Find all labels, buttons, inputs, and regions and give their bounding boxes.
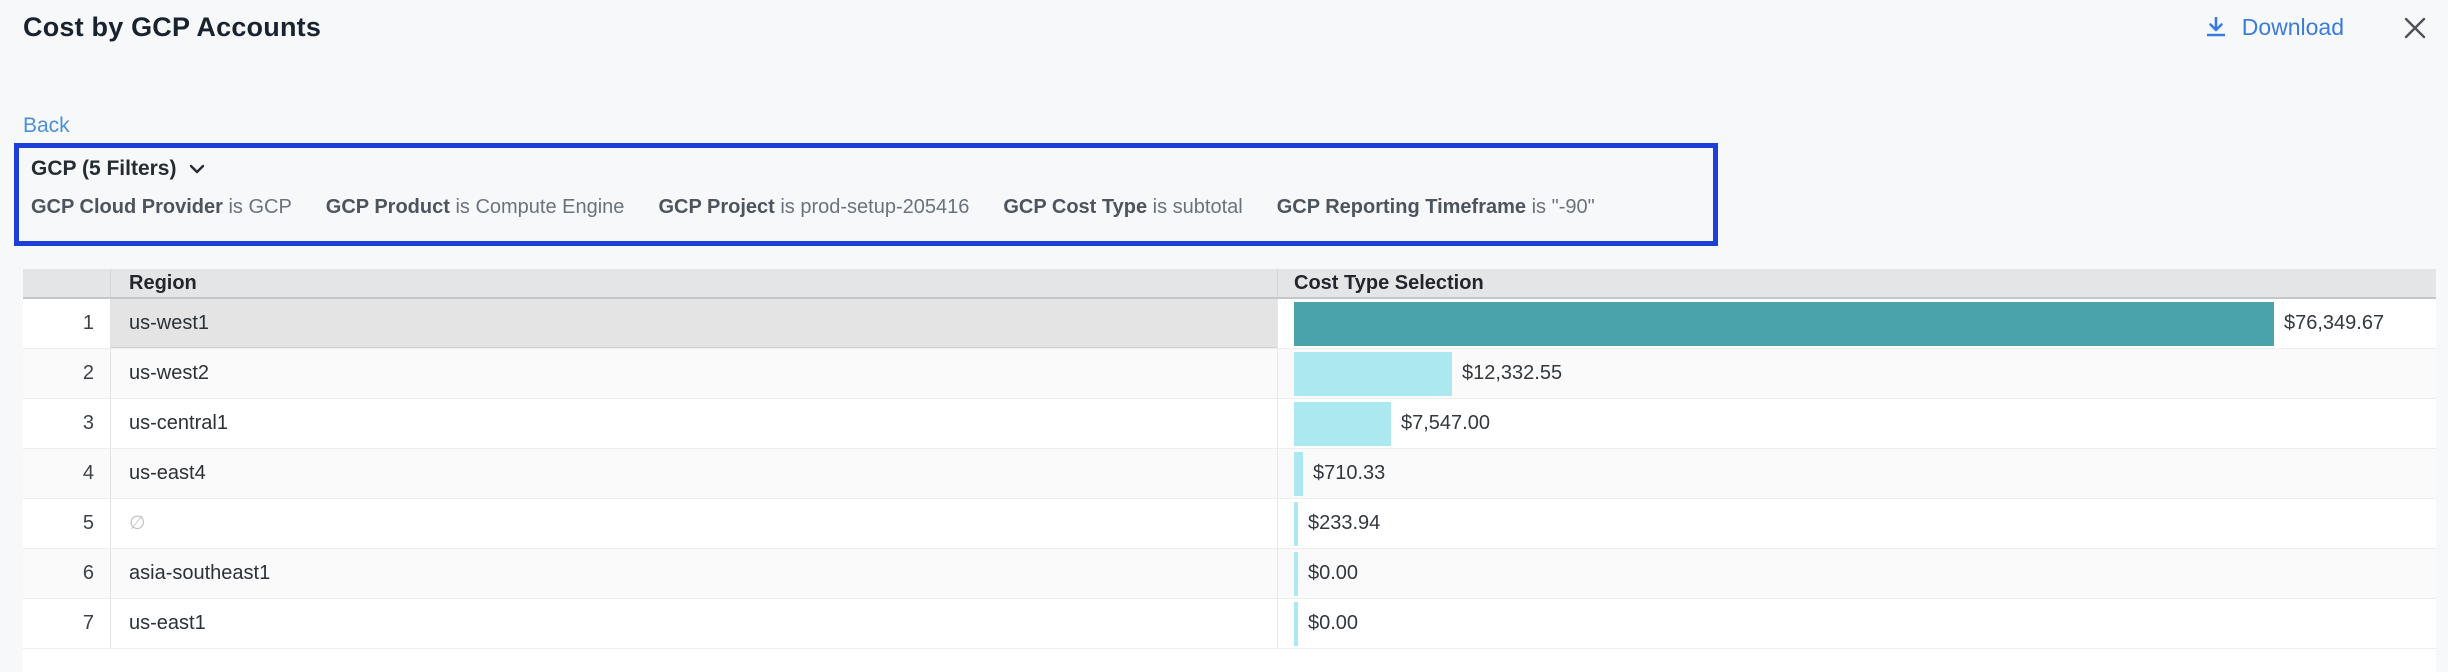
filter-box: GCP (5 Filters) GCP Cloud Provider is GC…: [14, 143, 1718, 246]
row-number: 4: [23, 449, 110, 498]
table-row[interactable]: 7us-east1 $0.00: [23, 599, 2436, 649]
top-bar: Cost by GCP Accounts Download: [23, 12, 2430, 43]
filter-name: GCP Cost Type: [1003, 196, 1147, 218]
filter-condition: is prod-setup-205416: [775, 196, 970, 218]
filter-list: GCP Cloud Provider is GCP GCP Product is …: [31, 196, 1701, 219]
page-title: Cost by GCP Accounts: [23, 12, 321, 43]
cost-bar[interactable]: [1294, 302, 2274, 346]
region-cell[interactable]: us-west1: [110, 299, 1277, 348]
table-row[interactable]: 1us-west1 $76,349.67: [23, 299, 2436, 349]
filter-item: GCP Cost Type is subtotal: [1003, 196, 1242, 219]
filter-item: GCP Product is Compute Engine: [326, 196, 625, 219]
region-cell[interactable]: asia-southeast1: [110, 549, 1277, 598]
row-number: 5: [23, 499, 110, 548]
cost-cell: $12,332.55: [1277, 349, 2436, 398]
row-number-column-header: [23, 269, 110, 297]
header-actions: Download: [2203, 13, 2430, 43]
row-number: 3: [23, 399, 110, 448]
filter-name: GCP Project: [658, 196, 774, 218]
row-number: 6: [23, 549, 110, 598]
cost-cell: $233.94: [1277, 499, 2436, 548]
download-label: Download: [2242, 14, 2344, 41]
region-cell[interactable]: us-east4: [110, 449, 1277, 498]
cost-cell: $76,349.67: [1277, 299, 2436, 348]
back-link[interactable]: Back: [23, 114, 70, 138]
table-row[interactable]: 5∅ $233.94: [23, 499, 2436, 549]
row-number: 1: [23, 299, 110, 348]
region-cell[interactable]: us-central1: [110, 399, 1277, 448]
cost-bar[interactable]: [1294, 452, 1303, 496]
cost-cell: $0.00: [1277, 549, 2436, 598]
filter-condition: is subtotal: [1147, 196, 1243, 218]
cost-value-label: $0.00: [1308, 562, 1358, 585]
filter-condition: is GCP: [223, 196, 292, 218]
filter-condition: is Compute Engine: [450, 196, 625, 218]
region-column-header[interactable]: Region: [110, 269, 1277, 297]
cost-value-label: $233.94: [1308, 512, 1380, 535]
cost-bar[interactable]: [1294, 402, 1391, 446]
table-row[interactable]: 6asia-southeast1 $0.00: [23, 549, 2436, 599]
filter-name: GCP Reporting Timeframe: [1277, 196, 1526, 218]
region-cell-null[interactable]: ∅: [110, 499, 1277, 548]
table-row[interactable]: 2us-west2 $12,332.55: [23, 349, 2436, 399]
download-button[interactable]: Download: [2203, 14, 2344, 42]
filter-item: GCP Cloud Provider is GCP: [31, 196, 292, 219]
cost-value-label: $0.00: [1308, 612, 1358, 635]
row-number: 2: [23, 349, 110, 398]
cost-value-label: $76,349.67: [2284, 312, 2384, 335]
filter-item: GCP Reporting Timeframe is "-90": [1277, 196, 1595, 219]
cost-cell: $0.00: [1277, 599, 2436, 648]
cost-cell: $710.33: [1277, 449, 2436, 498]
cost-value-label: $7,547.00: [1401, 412, 1490, 435]
region-cell[interactable]: us-west2: [110, 349, 1277, 398]
filter-summary-toggle[interactable]: GCP (5 Filters): [31, 157, 207, 181]
table-body: 1us-west1$76,349.672us-west2$12,332.553u…: [23, 299, 2436, 649]
close-button[interactable]: [2400, 13, 2430, 43]
region-cell[interactable]: us-east1: [110, 599, 1277, 648]
table-header-row: Region Cost Type Selection: [23, 269, 2436, 299]
filter-item: GCP Project is prod-setup-205416: [658, 196, 969, 219]
close-icon: [2400, 13, 2430, 43]
cost-type-selection-column-header[interactable]: Cost Type Selection: [1277, 269, 2436, 297]
table-row[interactable]: 4us-east4 $710.33: [23, 449, 2436, 499]
row-number: 7: [23, 599, 110, 648]
filter-condition: is "-90": [1526, 196, 1595, 218]
cost-bar[interactable]: [1294, 552, 1298, 596]
cost-value-label: $710.33: [1313, 462, 1385, 485]
cost-bar[interactable]: [1294, 602, 1298, 646]
chevron-down-icon: [187, 162, 207, 176]
table-row[interactable]: 3us-central1 $7,547.00: [23, 399, 2436, 449]
filter-summary-label: GCP (5 Filters): [31, 157, 176, 181]
cost-cell: $7,547.00: [1277, 399, 2436, 448]
cost-bar[interactable]: [1294, 352, 1452, 396]
cost-value-label: $12,332.55: [1462, 362, 1562, 385]
cost-table: Region Cost Type Selection 1us-west1 $76,…: [23, 269, 2436, 672]
download-icon: [2203, 14, 2229, 42]
filter-name: GCP Product: [326, 196, 450, 218]
cost-bar[interactable]: [1294, 502, 1298, 546]
filter-name: GCP Cloud Provider: [31, 196, 223, 218]
